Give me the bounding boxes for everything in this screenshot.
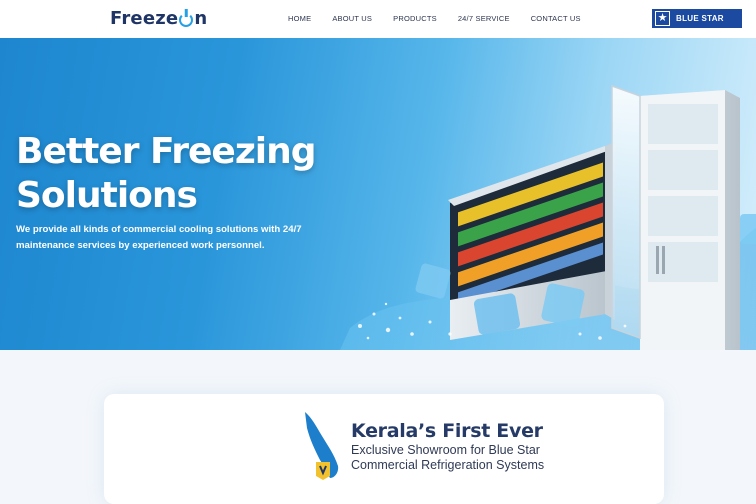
blue-star-text: BLUE STAR: [676, 14, 724, 23]
hero-subtitle-line1: We provide all kinds of commercial cooli…: [16, 224, 302, 235]
hero-title-line1: Better Freezing: [16, 131, 317, 172]
nav-products[interactable]: PRODUCTS: [393, 14, 437, 23]
hero-banner: Better Freezing Solutions We provide all…: [0, 38, 756, 350]
blue-star-logo[interactable]: ★ BLUE STAR: [652, 9, 742, 28]
hero-subtitle: We provide all kinds of commercial cooli…: [16, 222, 346, 254]
hero-subtitle-line2: maintenance services by experienced work…: [16, 240, 265, 251]
display-fridge: [448, 142, 615, 340]
nav-contact-us[interactable]: CONTACT US: [531, 14, 581, 23]
logo-text-prefix: Freeze: [110, 8, 179, 29]
feature-line-1: Exclusive Showroom for Blue Star: [351, 443, 540, 457]
logo-text-suffix: n: [194, 8, 208, 29]
power-icon: [179, 12, 194, 27]
hero-title: Better Freezing Solutions: [16, 130, 317, 218]
nav-service[interactable]: 24/7 SERVICE: [458, 14, 510, 23]
main-nav: HOME ABOUT US PRODUCTS 24/7 SERVICE CONT…: [288, 14, 581, 23]
nav-home[interactable]: HOME: [288, 14, 311, 23]
hero-title-line2: Solutions: [16, 175, 198, 216]
kerala-map-icon: [305, 412, 339, 480]
site-header: Freeze n HOME ABOUT US PRODUCTS 24/7 SERV…: [0, 0, 756, 38]
nav-about-us[interactable]: ABOUT US: [332, 14, 372, 23]
site-logo[interactable]: Freeze n: [110, 8, 207, 29]
upright-fridge: [611, 84, 740, 350]
feature-line-2: Commercial Refrigeration Systems: [351, 458, 545, 472]
star-icon: ★: [655, 11, 670, 26]
refrigerator-illustration: [340, 84, 756, 350]
feature-heading: Kerala’s First Ever: [351, 420, 543, 442]
